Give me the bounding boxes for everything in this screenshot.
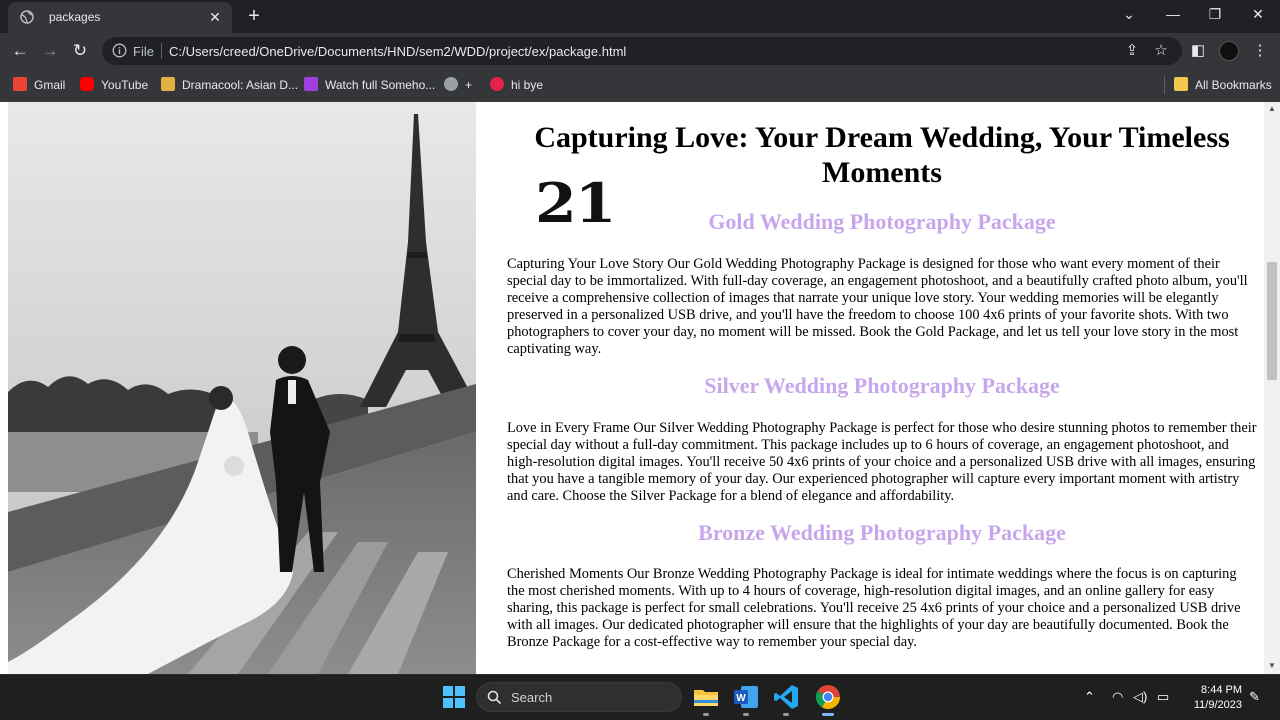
file-explorer-icon[interactable]	[692, 683, 720, 711]
battery-icon[interactable]: ▭	[1157, 689, 1169, 705]
scroll-down-arrow-icon[interactable]: ▼	[1266, 661, 1278, 671]
scrollbar-thumb[interactable]	[1267, 262, 1277, 380]
page-viewport: Capturing Love: Your Dream Wedding, Your…	[0, 102, 1280, 674]
bronze-package-text: Cherished Moments Our Bronze Wedding Pho…	[507, 566, 1241, 650]
running-indicator	[703, 713, 709, 716]
watch-icon	[304, 77, 318, 91]
file-scheme-label: File	[133, 44, 154, 59]
tab-packages[interactable]: packages ✕	[8, 2, 232, 33]
forward-arrow-icon[interactable]: →	[38, 39, 62, 63]
m-icon	[490, 77, 504, 91]
taskbar-search-box[interactable]: Search	[476, 682, 682, 712]
dramacool-icon	[161, 77, 175, 91]
silver-package-text: Love in Every Frame Our Silver Wedding P…	[507, 420, 1257, 504]
windows-start-icon[interactable]	[440, 683, 468, 711]
bronze-package-title: Bronze Wedding Photography Package	[698, 520, 1066, 545]
wifi-icon[interactable]: ◠	[1112, 689, 1123, 705]
bookmark-label: YouTube	[101, 78, 149, 92]
bookmark-hi-bye[interactable]: hi bye	[490, 77, 543, 93]
side-panel-icon[interactable]: ◧	[1188, 41, 1208, 61]
tab-search-chevron-icon[interactable]: ⌄	[1107, 0, 1151, 28]
minimize-button[interactable]: —	[1151, 0, 1195, 28]
share-icon[interactable]: ⇪	[1122, 41, 1142, 61]
clock-date: 11/9/2023	[1193, 699, 1242, 711]
bookmark-gmail[interactable]: Gmail	[13, 77, 65, 93]
vscode-icon[interactable]	[772, 683, 800, 711]
scroll-up-arrow-icon[interactable]: ▲	[1266, 104, 1278, 114]
page-heading: Capturing Love: Your Dream Wedding, Your…	[534, 121, 1230, 189]
bookmark-plus[interactable]: +	[444, 77, 472, 93]
bookmark-star-icon[interactable]: ☆	[1151, 41, 1171, 61]
taskbar-clock[interactable]: 8:44 PM 11/9/2023	[1186, 683, 1242, 713]
back-arrow-icon[interactable]: ←	[8, 39, 32, 63]
word-icon[interactable]: W	[732, 683, 760, 711]
clock-time: 8:44 PM	[1201, 684, 1242, 696]
tab-close-icon[interactable]: ✕	[206, 8, 224, 26]
all-bookmarks-label: All Bookmarks	[1195, 78, 1272, 92]
gmail-icon	[13, 77, 27, 91]
reload-icon[interactable]: ↻	[68, 39, 92, 63]
bookmark-watch-full[interactable]: Watch full Someho...	[304, 77, 435, 93]
page-scrollbar[interactable]	[1264, 102, 1280, 674]
running-indicator	[743, 713, 749, 716]
bookmark-label: hi bye	[511, 78, 544, 92]
bookmark-label: +	[465, 78, 473, 92]
volume-icon[interactable]: ◁)	[1133, 689, 1147, 705]
close-window-button[interactable]: ✕	[1236, 0, 1280, 28]
bookmark-label: Watch full Someho...	[325, 78, 436, 92]
browser-toolbar: ← → ↻ File C:/Users/creed/OneDrive/Docum…	[0, 33, 1280, 69]
bookmark-label: Dramacool: Asian D...	[182, 78, 299, 92]
profile-avatar[interactable]	[1219, 41, 1239, 61]
omnibox-divider	[161, 43, 162, 59]
bookmarks-bar: Gmail YouTube Dramacool: Asian D... Watc…	[0, 69, 1280, 102]
youtube-icon	[80, 77, 94, 91]
wedding-photo	[8, 102, 476, 674]
silver-package-title: Silver Wedding Photography Package	[704, 373, 1060, 398]
tab-strip: packages ✕ + ⌄ — ❐ ✕	[0, 0, 1280, 33]
info-icon[interactable]	[112, 43, 127, 58]
notification-icon[interactable]: ✎	[1249, 689, 1260, 705]
running-indicator	[783, 713, 789, 716]
bookmark-dramacool[interactable]: Dramacool: Asian D...	[161, 77, 298, 93]
svg-text:W: W	[736, 693, 746, 704]
new-tab-button[interactable]: +	[243, 5, 265, 27]
globe-icon	[20, 10, 34, 24]
bookmarks-divider	[1164, 76, 1165, 94]
address-bar[interactable]: File C:/Users/creed/OneDrive/Documents/H…	[102, 37, 1182, 65]
tab-title: packages	[49, 10, 101, 24]
chrome-icon[interactable]	[814, 683, 842, 711]
bookmark-label: Gmail	[34, 78, 66, 92]
maximize-button[interactable]: ❐	[1193, 0, 1237, 28]
all-bookmarks-button[interactable]: All Bookmarks	[1174, 77, 1272, 93]
active-indicator	[822, 713, 834, 716]
tray-chevron-icon[interactable]: ⌃	[1084, 689, 1095, 705]
url-text[interactable]: C:/Users/creed/OneDrive/Documents/HND/se…	[169, 44, 626, 59]
folder-icon	[1174, 77, 1188, 91]
gold-package-title: Gold Wedding Photography Package	[708, 209, 1056, 234]
globe-icon	[444, 77, 458, 91]
search-icon	[487, 690, 502, 705]
windows-taskbar: Search W ⌃ ◠ ◁) ▭ 8:44 PM 11/9/2023 ✎	[0, 674, 1280, 720]
search-label: Search	[511, 690, 553, 705]
gold-package-text: Capturing Your Love Story Our Gold Weddi…	[507, 256, 1248, 357]
menu-kebab-icon[interactable]: ⋮	[1250, 41, 1270, 61]
bookmark-youtube[interactable]: YouTube	[80, 77, 148, 93]
